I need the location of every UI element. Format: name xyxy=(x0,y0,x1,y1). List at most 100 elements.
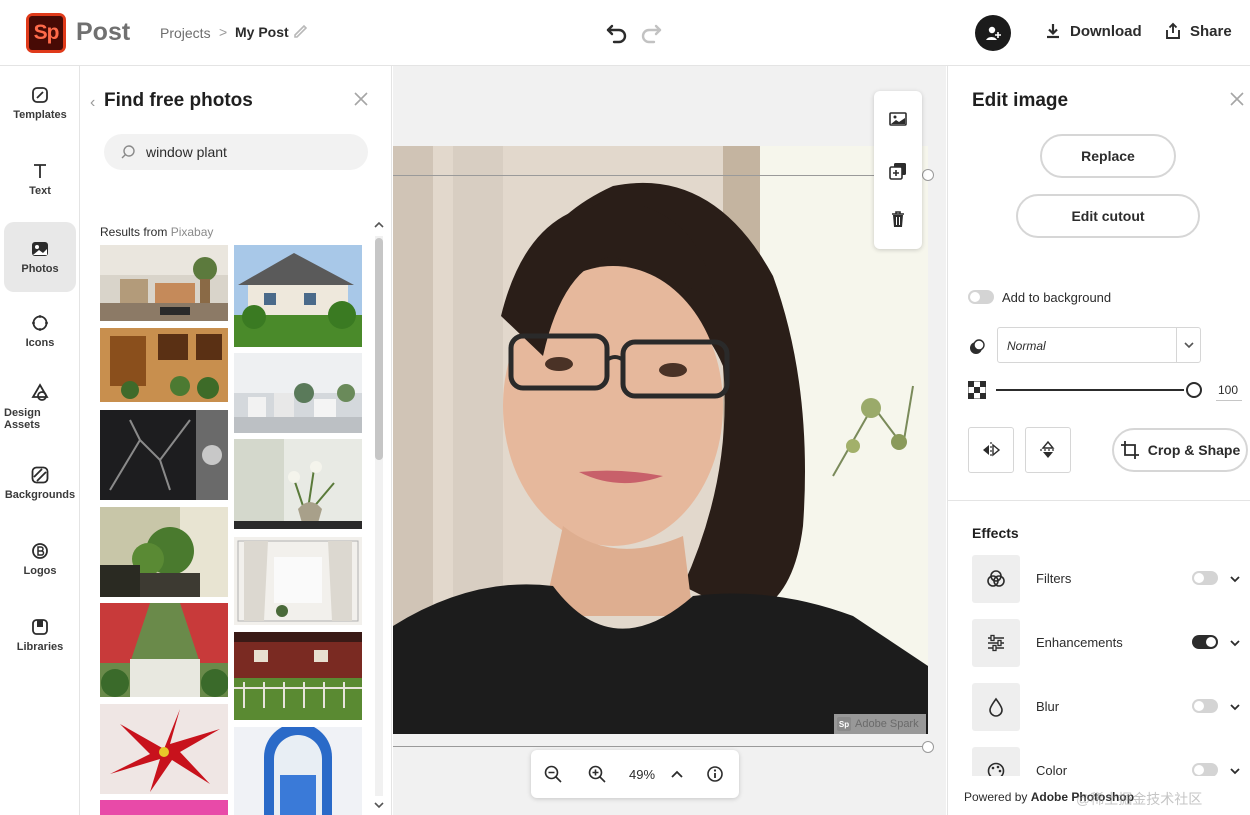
chevron-up-icon[interactable] xyxy=(667,764,687,784)
effects-heading: Effects xyxy=(972,525,1019,541)
redo-icon[interactable] xyxy=(638,20,664,44)
rail-item-icons[interactable]: Icons xyxy=(4,296,76,366)
edit-cutout-button[interactable]: Edit cutout xyxy=(1016,194,1200,238)
filters-icon xyxy=(987,570,1005,587)
replace-button[interactable]: Replace xyxy=(1040,134,1176,178)
zoom-level[interactable]: 49% xyxy=(629,767,655,782)
design-canvas[interactable] xyxy=(393,66,946,815)
rail-item-templates[interactable]: Templates xyxy=(4,68,76,138)
rail-item-libraries[interactable]: Libraries xyxy=(4,600,76,670)
enhancements-label: Enhancements xyxy=(1036,635,1123,650)
section-divider xyxy=(948,500,1250,501)
filters-toggle[interactable] xyxy=(1192,571,1218,585)
photo-thumbnail-cottage[interactable] xyxy=(234,245,362,347)
breadcrumb-projects-link[interactable]: Projects xyxy=(160,25,211,41)
scroll-down-arrow-icon[interactable] xyxy=(371,798,387,812)
color-toggle[interactable] xyxy=(1192,763,1218,777)
replace-image-icon[interactable] xyxy=(888,109,908,129)
photo-search-input[interactable] xyxy=(146,144,346,160)
templates-icon xyxy=(32,87,48,103)
photo-thumbnail-succulents[interactable] xyxy=(234,353,362,433)
rail-label-icons: Icons xyxy=(25,337,55,349)
app-logo[interactable]: Sp xyxy=(26,13,66,53)
text-icon xyxy=(34,164,46,178)
sliders-icon xyxy=(988,634,1004,652)
panel-back-chevron-icon[interactable]: ‹ xyxy=(90,94,95,112)
delete-trash-icon[interactable] xyxy=(888,209,908,229)
photo-thumbnail-red-poinsettia[interactable] xyxy=(100,704,228,794)
flip-vertical-icon xyxy=(1040,440,1056,458)
results-prefix: Results from xyxy=(100,225,171,239)
photo-results-scrollbar[interactable] xyxy=(371,218,387,815)
flip-horizontal-button[interactable] xyxy=(968,427,1014,473)
libraries-icon xyxy=(32,619,48,635)
panel-footer: Powered by Adobe Photoshop @稀土掘金技术社区 xyxy=(948,776,1250,815)
enhancements-chevron-down-icon[interactable] xyxy=(1228,636,1242,650)
blend-mode-dropdown-toggle[interactable] xyxy=(1176,328,1201,362)
photo-thumbnail-red-curtain-window[interactable] xyxy=(100,603,228,697)
photo-search-field[interactable] xyxy=(104,134,368,170)
invite-user-button[interactable] xyxy=(975,15,1011,51)
filters-chevron-down-icon[interactable] xyxy=(1228,572,1242,586)
flip-horizontal-icon xyxy=(983,442,1001,458)
enhancements-effect-tile[interactable] xyxy=(972,619,1020,667)
photo-thumbnail-pink[interactable] xyxy=(100,800,228,815)
opacity-slider-thumb[interactable] xyxy=(1186,382,1202,398)
selection-resize-handle-bottom-right[interactable] xyxy=(922,741,934,753)
floating-image-toolbar xyxy=(874,91,922,249)
download-icon xyxy=(1047,24,1059,39)
zoom-in-icon[interactable] xyxy=(587,764,607,784)
photo-thumbnail-living-room[interactable] xyxy=(100,245,228,321)
breadcrumb-separator: > xyxy=(219,24,228,40)
photo-thumbnail-white-curtains[interactable] xyxy=(234,537,362,625)
adobe-spark-post-app: Sp Post Projects > My Post Download Shar… xyxy=(0,0,1250,815)
site-watermark: @稀土掘金技术社区 xyxy=(1076,791,1203,807)
scroll-up-arrow-icon[interactable] xyxy=(371,218,387,232)
add-user-icon xyxy=(986,26,1001,40)
share-button[interactable]: Share xyxy=(1164,22,1232,40)
rail-item-backgrounds[interactable]: Backgrounds xyxy=(4,448,76,518)
photo-thumbnail-wooden-door[interactable] xyxy=(100,328,228,402)
blend-mode-select[interactable]: Normal xyxy=(997,327,1201,363)
edit-panel-close-icon[interactable] xyxy=(1228,90,1246,108)
enhancements-toggle[interactable] xyxy=(1192,635,1218,649)
add-to-background-toggle[interactable] xyxy=(968,290,994,304)
info-icon[interactable] xyxy=(705,764,725,784)
download-label: Download xyxy=(1070,22,1142,40)
opacity-value-underline xyxy=(1216,400,1242,401)
photo-thumbnail-dark-branches[interactable] xyxy=(100,410,228,500)
photos-icon xyxy=(32,242,48,256)
icons-icon xyxy=(32,315,48,331)
flip-vertical-button[interactable] xyxy=(1025,427,1071,473)
rail-item-design-assets[interactable]: Design Assets xyxy=(4,372,76,442)
filters-effect-tile[interactable] xyxy=(972,555,1020,603)
rail-item-text[interactable]: Text xyxy=(4,144,76,214)
opacity-slider-track[interactable] xyxy=(996,389,1184,391)
results-source-link[interactable]: Pixabay xyxy=(171,225,214,239)
blur-effect-tile[interactable] xyxy=(972,683,1020,731)
opacity-value[interactable]: 100 xyxy=(1218,383,1238,397)
rail-item-logos[interactable]: Logos xyxy=(4,524,76,594)
blur-chevron-down-icon[interactable] xyxy=(1228,700,1242,714)
scroll-thumb[interactable] xyxy=(375,238,383,460)
edit-panel-title: Edit image xyxy=(972,90,1069,111)
panel-close-icon[interactable] xyxy=(352,90,370,108)
duplicate-icon[interactable] xyxy=(888,161,908,181)
results-source-label: Results from Pixabay xyxy=(100,225,213,239)
pencil-icon[interactable] xyxy=(292,22,310,40)
photo-thumbnail-red-barn-garden[interactable] xyxy=(234,632,362,720)
download-button[interactable]: Download xyxy=(1044,22,1142,40)
canvas-portrait-image[interactable] xyxy=(393,146,928,734)
breadcrumb-current-project[interactable]: My Post xyxy=(235,24,289,40)
rail-item-photos[interactable]: Photos xyxy=(4,222,76,292)
photo-thumbnail-blue-arch-window[interactable] xyxy=(234,727,362,815)
zoom-out-icon[interactable] xyxy=(543,764,563,784)
photo-thumbnail-herbs-pot[interactable] xyxy=(100,507,228,597)
panel-title: Find free photos xyxy=(104,90,253,111)
crop-and-shape-button[interactable]: Crop & Shape xyxy=(1112,428,1248,472)
selection-resize-handle-top-right[interactable] xyxy=(922,169,934,181)
photo-thumbnail-vase-flowers[interactable] xyxy=(234,439,362,529)
crop-icon xyxy=(1120,441,1139,459)
blur-toggle[interactable] xyxy=(1192,699,1218,713)
undo-icon[interactable] xyxy=(604,20,630,44)
